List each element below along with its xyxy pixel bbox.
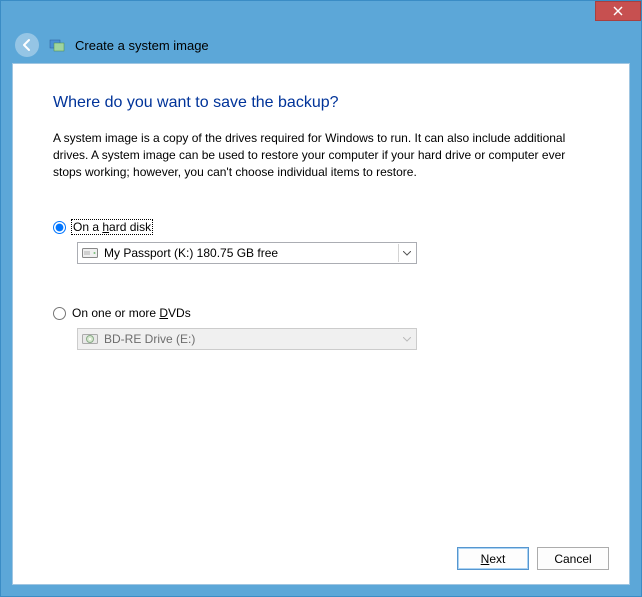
radio-dvd-label[interactable]: On one or more DVDs bbox=[72, 306, 191, 320]
harddisk-select[interactable]: My Passport (K:) 180.75 GB free bbox=[77, 242, 417, 264]
disc-drive-icon bbox=[82, 333, 98, 345]
close-icon bbox=[613, 6, 623, 16]
chevron-down-icon bbox=[398, 330, 414, 348]
option-dvd: On one or more DVDs BD-RE Drive (E:) bbox=[53, 306, 589, 350]
close-button[interactable] bbox=[595, 1, 641, 21]
page-heading: Where do you want to save the backup? bbox=[53, 94, 589, 112]
dvd-select: BD-RE Drive (E:) bbox=[77, 328, 417, 350]
radio-harddisk-label[interactable]: On a hard disk bbox=[72, 220, 152, 234]
harddisk-select-value: My Passport (K:) 180.75 GB free bbox=[104, 246, 392, 260]
drive-icon bbox=[82, 247, 98, 259]
dvd-select-value: BD-RE Drive (E:) bbox=[104, 332, 392, 346]
radio-dvd[interactable] bbox=[53, 307, 66, 320]
page-description: A system image is a copy of the drives r… bbox=[53, 130, 589, 180]
back-button[interactable] bbox=[15, 33, 39, 57]
back-arrow-icon bbox=[20, 38, 34, 52]
cancel-button[interactable]: Cancel bbox=[537, 547, 609, 570]
wizard-title: Create a system image bbox=[75, 38, 209, 53]
chevron-down-icon bbox=[398, 244, 414, 262]
app-icon bbox=[49, 37, 65, 53]
option-harddisk: On a hard disk My Passport (K:) 180.75 G… bbox=[53, 220, 589, 264]
next-button[interactable]: Next bbox=[457, 547, 529, 570]
radio-harddisk[interactable] bbox=[53, 221, 66, 234]
